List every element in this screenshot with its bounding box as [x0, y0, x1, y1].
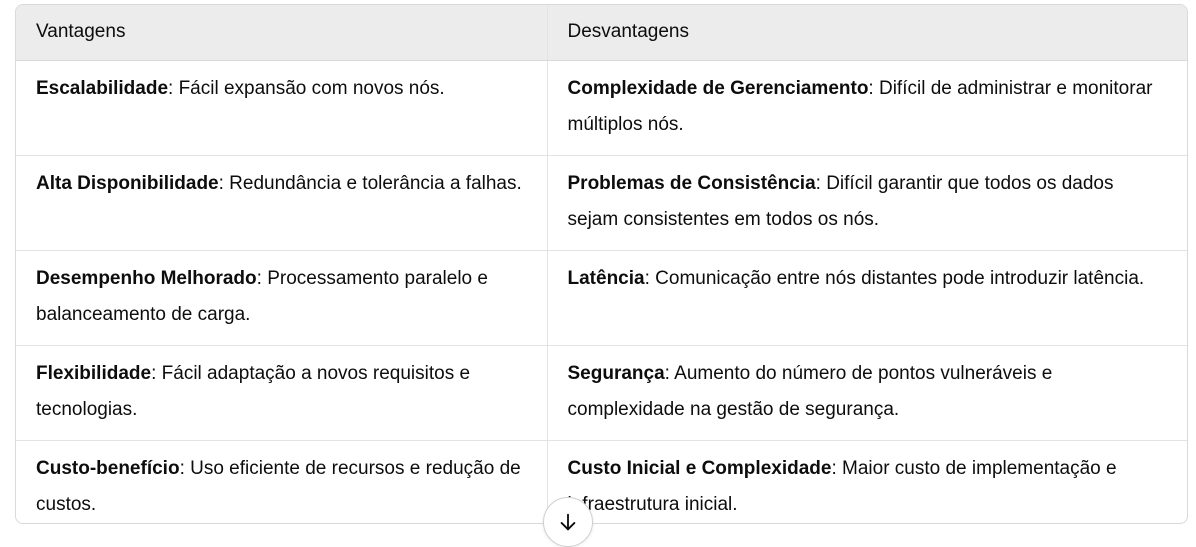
advantage-description: : Fácil expansão com novos nós.	[168, 77, 445, 99]
table-row: Escalabilidade: Fácil expansão com novos…	[16, 60, 1187, 155]
advantage-term: Escalabilidade	[36, 77, 169, 99]
header-disadvantages: Desvantagens	[546, 5, 1187, 61]
advantage-cell: Alta Disponibilidade: Redundância e tole…	[16, 154, 547, 250]
comparison-table: Vantagens Desvantagens Escalabilidade: F…	[15, 4, 1188, 524]
table-row: Custo-benefício: Uso eficiente de recurs…	[16, 439, 1187, 523]
table-row: Flexibilidade: Fácil adaptação a novos r…	[16, 344, 1187, 440]
advantage-term: Flexibilidade	[36, 362, 152, 384]
disadvantage-cell: Custo Inicial e Complexidade: Maior cust…	[546, 439, 1187, 523]
advantage-cell: Desempenho Melhorado: Processamento para…	[16, 249, 547, 345]
advantage-term: Alta Disponibilidade	[36, 172, 219, 194]
disadvantage-term: Complexidade de Gerenciamento	[567, 77, 869, 99]
arrow-down-icon	[560, 513, 576, 531]
header-advantages: Vantagens	[16, 5, 547, 61]
disadvantage-description: : Comunicação entre nós distantes pode i…	[644, 267, 1145, 289]
advantage-term: Custo-benefício	[36, 457, 180, 479]
disadvantage-cell: Complexidade de Gerenciamento: Difícil d…	[546, 60, 1187, 155]
advantage-cell: Flexibilidade: Fácil adaptação a novos r…	[16, 344, 547, 440]
advantage-cell: Escalabilidade: Fácil expansão com novos…	[16, 60, 547, 155]
disadvantage-term: Custo Inicial e Complexidade	[567, 457, 832, 479]
table-row: Alta Disponibilidade: Redundância e tole…	[16, 154, 1187, 250]
advantage-description: : Redundância e tolerância a falhas.	[218, 172, 522, 194]
advantage-term: Desempenho Melhorado	[36, 267, 257, 289]
disadvantage-term: Problemas de Consistência	[567, 172, 816, 194]
disadvantage-term: Latência	[567, 267, 645, 289]
scroll-to-bottom-button[interactable]	[543, 497, 593, 547]
disadvantage-cell: Segurança: Aumento do número de pontos v…	[546, 344, 1187, 440]
table-header-row: Vantagens Desvantagens	[16, 5, 1187, 61]
advantage-cell: Custo-benefício: Uso eficiente de recurs…	[16, 439, 547, 523]
table: Vantagens Desvantagens Escalabilidade: F…	[16, 5, 1187, 523]
disadvantage-cell: Problemas de Consistência: Difícil garan…	[546, 154, 1187, 250]
table-row: Desempenho Melhorado: Processamento para…	[16, 249, 1187, 345]
disadvantage-term: Segurança	[567, 362, 665, 384]
disadvantage-cell: Latência: Comunicação entre nós distante…	[546, 249, 1187, 345]
